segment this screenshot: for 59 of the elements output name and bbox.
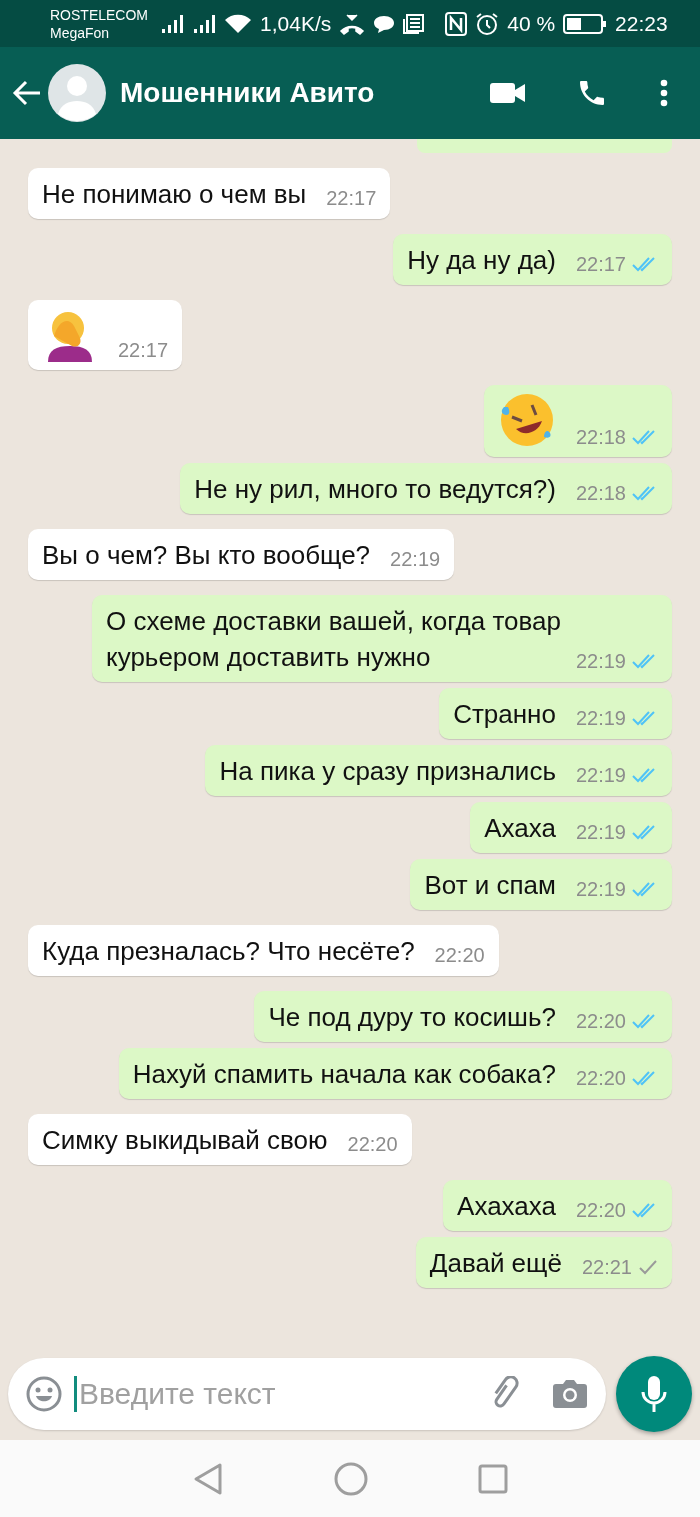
message-time: 22:20 <box>347 1132 398 1156</box>
message-text: О схеме доставки вашей, когда товар курьером доставить нужно <box>106 606 561 672</box>
message-text: На пика у сразу признались <box>219 756 556 786</box>
message-text: Куда презналась? Что несёте? <box>42 936 415 966</box>
message-time: 22:17 <box>118 338 169 362</box>
camera-icon[interactable] <box>552 1378 588 1410</box>
nfc-icon <box>445 11 468 36</box>
message-time: 22:19 <box>390 547 441 571</box>
signal-icon <box>160 12 184 35</box>
clock: 22:23 <box>615 11 668 36</box>
message-time: 22:18 <box>575 481 626 505</box>
emoji-icon[interactable] <box>26 1376 62 1412</box>
message-text: Странно <box>453 699 556 729</box>
message-time: 22:19 <box>575 820 626 844</box>
message-text: Симку выкидывай свою <box>42 1125 328 1155</box>
message-time: 22:19 <box>575 706 626 730</box>
message-text: Ну да ну да) <box>407 245 556 275</box>
chat-title[interactable]: Мошенники Авито <box>120 77 484 109</box>
carrier-name: MegaFon <box>50 23 111 42</box>
microphone-icon <box>640 1374 668 1414</box>
news-icon <box>403 12 426 35</box>
message-time: 22:19 <box>575 649 626 673</box>
chat-icon <box>373 13 396 34</box>
message-text: Вот и спам <box>424 870 556 900</box>
carrier-name: ROSTELECOM <box>50 5 148 24</box>
message-time: 22:20 <box>434 943 485 967</box>
message-text: Че под дуру то косишь? <box>268 1002 556 1032</box>
message-text: Не ну рил, много то ведутся?) <box>194 474 556 504</box>
message-time: 22:20 <box>575 1009 626 1033</box>
message-time: 22:21 <box>581 1255 632 1279</box>
message-time: 22:17 <box>326 186 377 210</box>
message-text: Нахуй спамить начала как собака? <box>132 1059 556 1089</box>
message-time: 22:17 <box>575 252 626 276</box>
wifi-icon <box>224 12 252 35</box>
message-text: Ахаха <box>484 813 556 843</box>
message-time: 22:19 <box>575 763 626 787</box>
message-text: Не понимаю о чем вы <box>42 179 307 209</box>
more-options-button[interactable] <box>660 79 668 107</box>
back-nav-button[interactable] <box>192 1461 224 1496</box>
message-text: Вы о чем? Вы кто вообще? <box>42 540 371 570</box>
video-call-button[interactable] <box>490 81 526 105</box>
alarm-icon <box>475 11 500 36</box>
battery-percent: 40 % <box>507 11 556 36</box>
message-time: 22:20 <box>575 1066 626 1090</box>
message-time: 22:18 <box>575 425 626 449</box>
microphone-button[interactable] <box>616 1356 692 1432</box>
recent-apps-button[interactable] <box>478 1463 508 1494</box>
message-field[interactable]: Введите текст <box>8 1358 606 1430</box>
avatar-icon[interactable] <box>48 64 106 122</box>
back-button[interactable] <box>12 78 42 108</box>
message-time: 22:19 <box>575 877 626 901</box>
battery-icon <box>563 12 608 35</box>
message-text: Давай ещё <box>429 1248 562 1278</box>
home-button[interactable] <box>334 1461 368 1496</box>
network-speed: 1,04K/s <box>260 11 332 36</box>
signal-icon <box>192 12 216 35</box>
message-time: 22:20 <box>575 1198 626 1222</box>
message-text: Ахахаха <box>457 1191 556 1221</box>
missed-call-icon <box>339 12 366 35</box>
